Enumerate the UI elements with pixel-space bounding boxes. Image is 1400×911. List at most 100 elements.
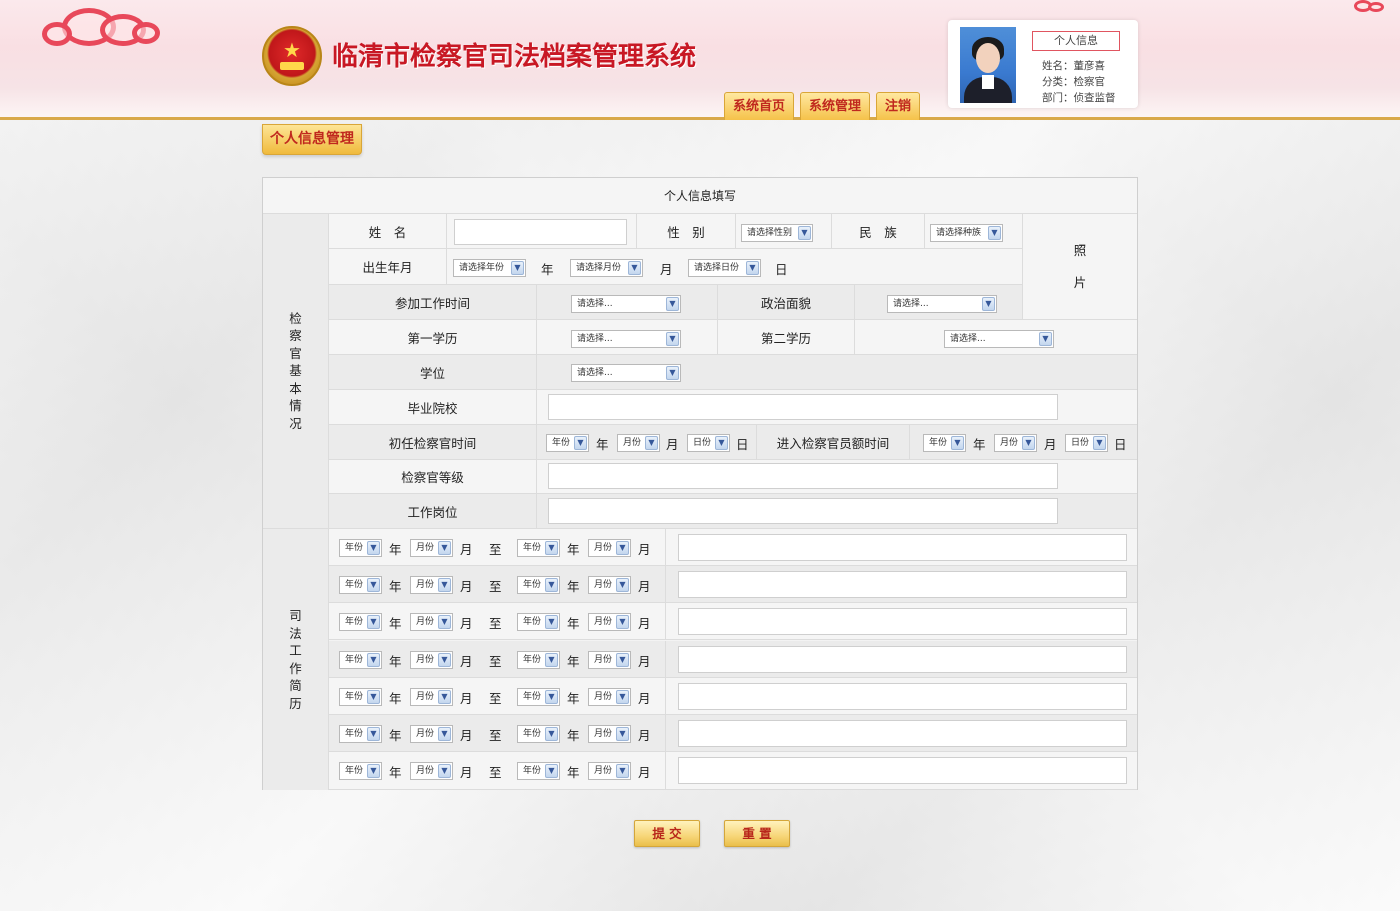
- career-from-year-select[interactable]: 年份 ▼: [339, 762, 382, 780]
- profile-info-link[interactable]: 个人信息: [1032, 31, 1120, 51]
- cloud-decoration: [40, 4, 220, 54]
- post-input[interactable]: [548, 498, 1058, 524]
- name-input[interactable]: [454, 219, 627, 245]
- career-to-month-select[interactable]: 月份 ▼: [588, 651, 631, 669]
- edu1-select[interactable]: 请选择... ▼: [571, 330, 681, 348]
- ethnicity-select[interactable]: 请选择种族 ▼: [930, 224, 1003, 242]
- birth-day-select[interactable]: 请选择日份 ▼: [688, 259, 761, 277]
- label-degree: 学位: [329, 355, 537, 390]
- emblem-logo: ★: [262, 26, 322, 86]
- career-to-month-select[interactable]: 月份 ▼: [588, 762, 631, 780]
- quota-day-select[interactable]: 日份 ▼: [1065, 434, 1108, 452]
- career-to-year-select[interactable]: 年份 ▼: [517, 576, 560, 594]
- label-school: 毕业院校: [329, 390, 537, 425]
- career-to-year-unit: 年: [567, 654, 580, 669]
- basic-group-char: 本: [289, 380, 302, 396]
- quota-month-select[interactable]: 月份 ▼: [994, 434, 1037, 452]
- career-to-year-select[interactable]: 年份 ▼: [517, 651, 560, 669]
- career-desc-input[interactable]: [678, 571, 1127, 598]
- career-to-month-select[interactable]: 月份 ▼: [588, 725, 631, 743]
- career-desc-input[interactable]: [678, 757, 1127, 784]
- basic-group-char: 官: [289, 345, 302, 361]
- label-grade: 检察官等级: [329, 460, 537, 494]
- gender-select[interactable]: 请选择性别 ▼: [741, 224, 813, 242]
- edu2-select[interactable]: 请选择... ▼: [944, 330, 1054, 348]
- career-from-year-select[interactable]: 年份 ▼: [339, 613, 382, 631]
- career-from-year-select[interactable]: 年份 ▼: [339, 651, 382, 669]
- career-from-year-select[interactable]: 年份 ▼: [339, 688, 382, 706]
- career-from-month-select[interactable]: 月份 ▼: [410, 725, 453, 743]
- nav-logout-button[interactable]: 注销: [876, 92, 921, 120]
- quota-day-unit: 日: [1114, 437, 1127, 452]
- birth-year-select[interactable]: 请选择年份 ▼: [453, 259, 526, 277]
- photo-label-2: 片: [1073, 274, 1087, 290]
- label-gender: 性 别: [637, 214, 736, 249]
- career-to-year-unit: 年: [567, 765, 580, 780]
- basic-group-char: 察: [289, 328, 302, 344]
- career-from-month-select[interactable]: 月份 ▼: [410, 688, 453, 706]
- career-from-year-select[interactable]: 年份 ▼: [339, 576, 382, 594]
- career-from-month-unit: 月: [460, 728, 473, 743]
- profile-category: 分类：检察官: [1042, 76, 1105, 88]
- quota-year-select[interactable]: 年份 ▼: [923, 434, 966, 452]
- first-year-select[interactable]: 年份 ▼: [546, 434, 589, 452]
- career-desc-input[interactable]: [678, 534, 1127, 561]
- career-from-month-select[interactable]: 月份 ▼: [410, 613, 453, 631]
- career-from-month-select[interactable]: 月份 ▼: [410, 762, 453, 780]
- career-to-year-select[interactable]: 年份 ▼: [517, 725, 560, 743]
- first-day-select[interactable]: 日份 ▼: [687, 434, 730, 452]
- career-to-label: 至: [489, 728, 502, 743]
- career-desc-input[interactable]: [678, 720, 1127, 747]
- career-to-month-select[interactable]: 月份 ▼: [588, 539, 631, 557]
- career-to-month-select[interactable]: 月份 ▼: [588, 688, 631, 706]
- career-to-year-select[interactable]: 年份 ▼: [517, 688, 560, 706]
- career-from-year-select[interactable]: 年份 ▼: [339, 725, 382, 743]
- career-to-year-select[interactable]: 年份 ▼: [517, 539, 560, 557]
- career-group-char: 工: [289, 643, 302, 658]
- basic-group-char: 基: [289, 363, 302, 379]
- school-input[interactable]: [548, 394, 1058, 420]
- career-desc-input[interactable]: [678, 608, 1127, 635]
- section-tab[interactable]: 个人信息管理: [262, 124, 362, 155]
- career-group-char: 历: [289, 695, 302, 711]
- career-desc-input[interactable]: [678, 646, 1127, 673]
- career-to-month-select[interactable]: 月份 ▼: [588, 613, 631, 631]
- label-first-prosecutor: 初任检察官时间: [329, 425, 537, 460]
- career-to-month-unit: 月: [638, 542, 651, 557]
- birth-month-select[interactable]: 请选择月份 ▼: [570, 259, 643, 277]
- career-to-month-select[interactable]: 月份 ▼: [588, 576, 631, 594]
- nav-system-button[interactable]: 系统管理: [800, 92, 871, 120]
- submit-button[interactable]: 提 交: [634, 820, 700, 847]
- career-to-label: 至: [489, 579, 502, 594]
- career-from-month-select[interactable]: 月份 ▼: [410, 576, 453, 594]
- career-desc-input[interactable]: [678, 683, 1127, 710]
- form-title: 个人信息填写: [263, 178, 1137, 214]
- work-start-select[interactable]: 请选择... ▼: [571, 295, 681, 313]
- degree-select[interactable]: 请选择... ▼: [571, 364, 681, 382]
- career-from-month-select[interactable]: 月份 ▼: [410, 651, 453, 669]
- career-from-month-unit: 月: [460, 616, 473, 631]
- career-from-year-unit: 年: [389, 728, 402, 743]
- label-ethnicity: 民 族: [832, 214, 925, 249]
- career-group-char: 法: [289, 625, 302, 641]
- career-from-month-select[interactable]: 月份 ▼: [410, 539, 453, 557]
- career-to-year-select[interactable]: 年份 ▼: [517, 613, 560, 631]
- first-month-unit: 月: [666, 437, 679, 452]
- photo-area[interactable]: 照 片: [1023, 214, 1137, 320]
- career-group-label: 司法工作简历: [263, 529, 329, 790]
- first-year-unit: 年: [596, 437, 609, 452]
- career-to-year-select[interactable]: 年份 ▼: [517, 762, 560, 780]
- reset-button[interactable]: 重 置: [724, 820, 790, 847]
- career-from-year-select[interactable]: 年份 ▼: [339, 539, 382, 557]
- avatar: [960, 27, 1016, 103]
- label-edu1: 第一学历: [329, 320, 537, 355]
- first-month-select[interactable]: 月份 ▼: [617, 434, 660, 452]
- career-from-year-unit: 年: [389, 542, 402, 557]
- basic-info-group-label: 检察官基本情况: [263, 214, 329, 529]
- nav-home-button[interactable]: 系统首页: [724, 92, 795, 120]
- career-from-month-unit: 月: [460, 765, 473, 780]
- politics-select[interactable]: 请选择... ▼: [887, 295, 997, 313]
- grade-input[interactable]: [548, 463, 1058, 489]
- label-post: 工作岗位: [329, 494, 537, 529]
- basic-group-char: 情: [289, 398, 302, 414]
